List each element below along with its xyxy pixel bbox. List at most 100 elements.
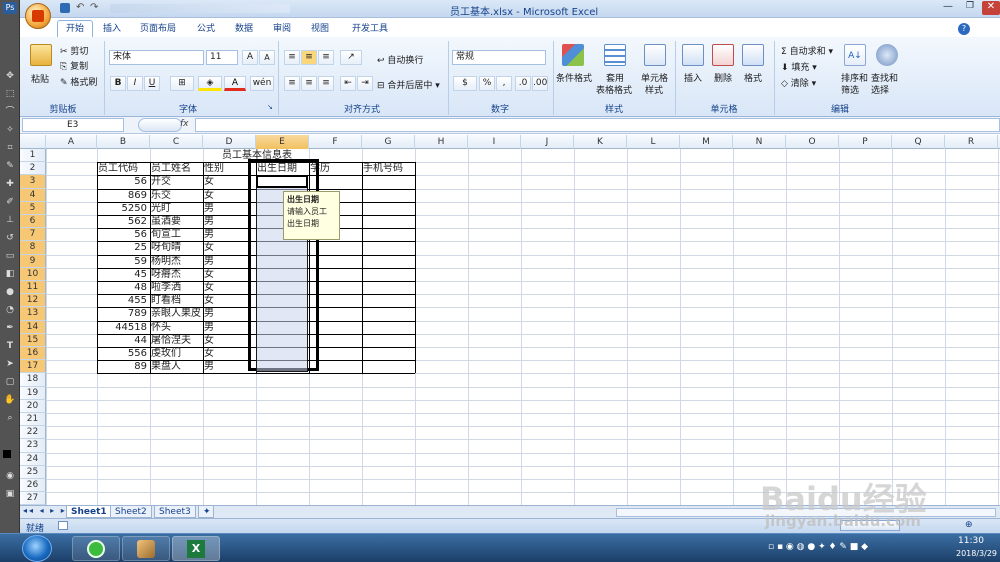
tab-home[interactable]: 开始 (57, 20, 93, 38)
text-tool-icon[interactable]: T (3, 340, 17, 352)
header-cell[interactable]: 员工姓名 (151, 162, 202, 175)
employee-name-cell[interactable]: 虽酒要 (151, 215, 202, 228)
select-all-corner[interactable] (20, 135, 46, 149)
row-header-18[interactable]: 18 (20, 373, 46, 387)
column-header-o[interactable]: O (786, 135, 839, 149)
column-header-h[interactable]: H (415, 135, 468, 149)
phonetic-icon[interactable]: wén (250, 76, 274, 91)
employee-code-cell[interactable]: 869 (98, 189, 149, 202)
accounting-format-icon[interactable]: $ (453, 76, 477, 91)
format-cells-icon[interactable] (742, 44, 764, 66)
worksheet-grid[interactable]: ABCDEFGHIJKLMNOPQR 1 2 3 4 5 6 7 8 9 10 11 12 13 14 15… (20, 135, 1000, 505)
paste-button[interactable]: 粘贴 (31, 72, 49, 85)
dodge-tool-icon[interactable]: ◔ (3, 304, 17, 316)
employee-code-cell[interactable]: 59 (98, 255, 149, 268)
row-header-6[interactable]: 6 (20, 215, 46, 229)
header-cell[interactable]: 员工代码 (98, 162, 149, 175)
delete-cells-icon[interactable] (712, 44, 734, 66)
grow-font-icon[interactable]: A (242, 50, 258, 65)
employee-name-cell[interactable]: 果盘人 (151, 360, 202, 373)
table-format-icon[interactable] (604, 44, 626, 66)
row-header-23[interactable]: 23 (20, 439, 46, 453)
start-button[interactable] (22, 535, 52, 562)
taskbar-app-360-icon[interactable] (72, 536, 120, 561)
format-painter-button[interactable]: ✎ 格式刷 (60, 75, 97, 88)
insert-cells-button[interactable]: 插入 (684, 71, 702, 84)
orientation-icon[interactable]: ↗ (340, 50, 362, 65)
formula-bar-expand[interactable] (138, 118, 182, 132)
row-header-19[interactable]: 19 (20, 386, 46, 400)
cell-styles-icon[interactable] (644, 44, 666, 66)
increase-decimal-icon[interactable]: .0 (515, 76, 531, 91)
percent-button[interactable]: % (479, 76, 495, 91)
employee-name-cell[interactable]: 杨明杰 (151, 255, 202, 268)
header-cell[interactable]: 手机号码 (363, 162, 414, 175)
shrink-font-icon[interactable]: A (259, 50, 275, 65)
decrease-decimal-icon[interactable]: .00 (532, 76, 548, 91)
insert-function-button[interactable]: fx (180, 119, 189, 129)
active-cell-e3[interactable] (256, 175, 308, 188)
increase-indent-icon[interactable]: ⇥ (357, 76, 373, 91)
employee-name-cell[interactable]: 亲眼人果皮 (151, 307, 202, 320)
office-button[interactable] (25, 3, 51, 29)
employee-code-cell[interactable]: 48 (98, 281, 149, 294)
history-brush-icon[interactable]: ↺ (3, 232, 17, 244)
merge-center-button[interactable]: ⊟ 合并后居中 ▾ (377, 78, 440, 91)
zoom-in-icon[interactable]: ⊕ (965, 520, 973, 530)
sort-filter-label-b[interactable]: 筛选 (841, 83, 859, 96)
hand-tool-icon[interactable]: ✋ (3, 394, 17, 406)
fill-color-icon[interactable]: ◈ (198, 76, 222, 91)
pen-tool-icon[interactable]: ✒ (3, 322, 17, 334)
binoculars-icon[interactable] (876, 44, 898, 66)
formula-input[interactable] (195, 118, 1000, 132)
bold-button[interactable]: B (110, 76, 126, 91)
row-header-20[interactable]: 20 (20, 399, 46, 413)
row-header-21[interactable]: 21 (20, 413, 46, 427)
healing-icon[interactable]: ✚ (3, 178, 17, 190)
employee-code-cell[interactable]: 56 (98, 175, 149, 188)
align-middle-icon[interactable]: ≡ (301, 50, 317, 65)
tray-icons[interactable]: ▫ ▪ ◉ ◍ ● ✦ ♦ ✎ ■ ◆ (768, 542, 868, 552)
column-header-d[interactable]: D (203, 135, 256, 149)
fill-button[interactable]: ⬇ 填充 ▾ (781, 60, 817, 73)
employee-code-cell[interactable]: 562 (98, 215, 149, 228)
row-header-16[interactable]: 16 (20, 347, 46, 361)
maximize-button[interactable]: ❐ (960, 1, 980, 15)
tab-page-layout[interactable]: 页面布局 (136, 21, 180, 37)
copy-button[interactable]: ⎘ 复制 (60, 59, 88, 72)
eraser-icon[interactable]: ▭ (3, 250, 17, 262)
row-header-4[interactable]: 4 (20, 188, 46, 202)
minimize-button[interactable]: — (938, 1, 958, 15)
employee-name-cell[interactable]: 盯看档 (151, 294, 202, 307)
sheet-tab-3[interactable]: Sheet3 (154, 506, 196, 518)
redo-icon[interactable]: ↷ (90, 2, 98, 13)
tab-developer[interactable]: 开发工具 (348, 21, 392, 37)
row-header-12[interactable]: 12 (20, 294, 46, 308)
undo-icon[interactable]: ↶ (76, 2, 84, 13)
lasso-tool-icon[interactable]: ⌒ (3, 106, 17, 118)
column-header-l[interactable]: L (627, 135, 680, 149)
align-left-icon[interactable]: ≡ (284, 76, 300, 91)
conditional-format-icon[interactable] (562, 44, 584, 66)
column-header-j[interactable]: J (521, 135, 574, 149)
clear-button[interactable]: ◇ 清除 ▾ (781, 76, 816, 89)
row-header-7[interactable]: 7 (20, 228, 46, 242)
shape-tool-icon[interactable]: ▢ (3, 376, 17, 388)
insert-sheet-icon[interactable]: ✦ (198, 506, 214, 518)
column-header-c[interactable]: C (150, 135, 203, 149)
employee-name-cell[interactable]: 啦李洒 (151, 281, 202, 294)
column-header-b[interactable]: B (97, 135, 150, 149)
marquee-tool-icon[interactable]: ⬚ (3, 88, 17, 100)
employee-code-cell[interactable]: 25 (98, 241, 149, 254)
cut-button[interactable]: ✂ 剪切 (60, 44, 88, 57)
employee-code-cell[interactable]: 56 (98, 228, 149, 241)
row-header-15[interactable]: 15 (20, 333, 46, 347)
employee-name-cell[interactable]: 旬宣工 (151, 228, 202, 241)
row-header-8[interactable]: 8 (20, 241, 46, 255)
row-header-25[interactable]: 25 (20, 465, 46, 479)
font-color-icon[interactable]: A (224, 76, 246, 91)
save-icon[interactable] (60, 3, 70, 13)
employee-code-cell[interactable]: 455 (98, 294, 149, 307)
employee-code-cell[interactable]: 45 (98, 268, 149, 281)
font-size-dropdown[interactable]: 11 (206, 50, 238, 65)
